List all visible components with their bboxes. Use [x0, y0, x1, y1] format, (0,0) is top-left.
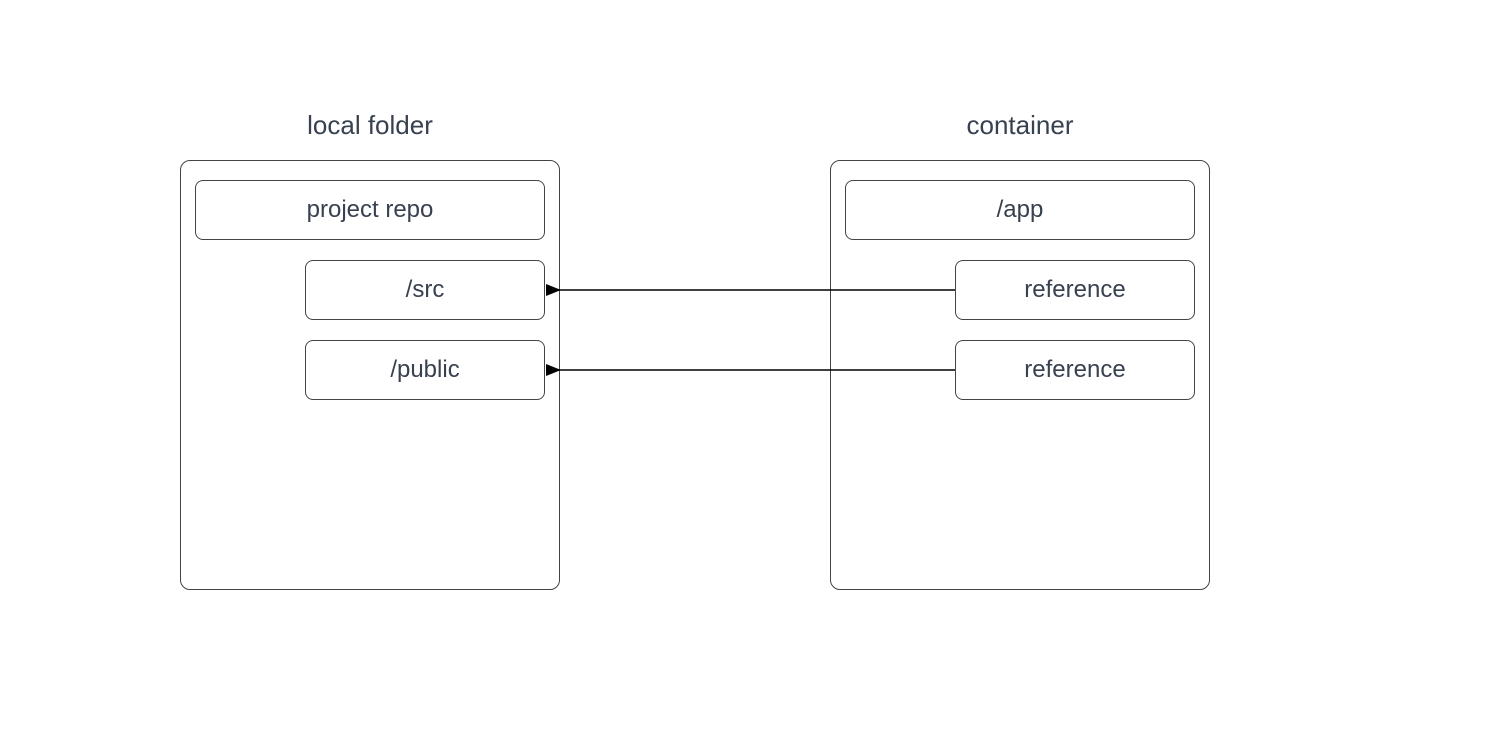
- reference-2-box: reference: [955, 340, 1195, 400]
- public-box: /public: [305, 340, 545, 400]
- container-title: container: [830, 110, 1210, 141]
- app-box: /app: [845, 180, 1195, 240]
- project-repo-box: project repo: [195, 180, 545, 240]
- local-folder-title: local folder: [180, 110, 560, 141]
- reference-1-box: reference: [955, 260, 1195, 320]
- src-box: /src: [305, 260, 545, 320]
